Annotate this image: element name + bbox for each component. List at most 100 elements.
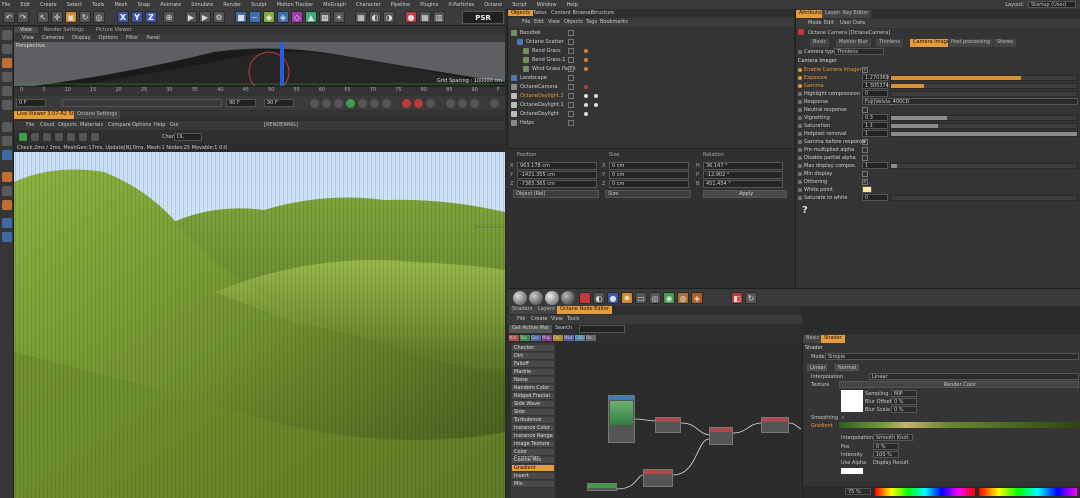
visibility-toggle[interactable] (568, 66, 574, 72)
universal-icon[interactable]: ◉ (663, 292, 675, 304)
target-tag-icon[interactable] (594, 103, 598, 107)
om-menu-file[interactable]: File (522, 19, 530, 25)
param-slider[interactable] (890, 75, 1078, 81)
menu-animate[interactable]: Animate (160, 2, 181, 8)
tag-icon[interactable] (584, 67, 588, 71)
move-icon[interactable]: ✛ (51, 11, 63, 23)
param-value-field[interactable]: 1 (862, 130, 888, 137)
target-tag-icon[interactable] (594, 94, 598, 98)
frame-range-slider[interactable] (62, 99, 222, 107)
material-swatch[interactable] (561, 291, 575, 305)
position-x-field[interactable]: 963.178 cm (517, 162, 597, 170)
cat-med[interactable]: Med (564, 335, 574, 341)
nurbs-icon[interactable]: ◆ (263, 11, 275, 23)
animate-dot-icon[interactable] (798, 180, 802, 184)
param-value-field[interactable]: 0 (862, 90, 888, 97)
menu-window[interactable]: Window (537, 2, 557, 8)
menu-select[interactable]: Select (67, 2, 82, 8)
param-checkbox[interactable]: ✓ (862, 139, 868, 145)
lv-stop-icon[interactable] (54, 132, 64, 142)
white-point-swatch[interactable] (862, 186, 872, 193)
cube-icon[interactable]: ■ (235, 11, 247, 23)
position-z-field[interactable]: -7365.365 cm (517, 180, 597, 188)
animate-dot-icon[interactable] (798, 156, 802, 160)
object-row[interactable]: Wind Grass Patch (508, 65, 795, 73)
display-result-checkbox[interactable]: Display Result (873, 460, 908, 466)
render-view-icon[interactable]: ▶ (185, 11, 197, 23)
menu-sculpt[interactable]: Sculpt (251, 2, 267, 8)
animate-dot-icon[interactable] (798, 148, 802, 152)
visibility-toggle[interactable] (568, 39, 574, 45)
om-menu-tags[interactable]: Tags (586, 19, 597, 25)
snap-icon[interactable] (2, 122, 12, 132)
animate-dot-icon[interactable] (798, 172, 802, 176)
channel-dropdown[interactable]: DL (174, 133, 202, 141)
cat-tex[interactable]: Tex (520, 335, 530, 341)
autokey-button[interactable] (414, 99, 423, 108)
material-swatch[interactable] (529, 291, 543, 305)
timeline-ruler[interactable]: 0 5 10 15 20 25 30 35 40 45 50 55 60 65 70 75 80 85 90 F (14, 86, 505, 96)
node-list-item[interactable]: Falloff (512, 361, 554, 368)
node-list-item[interactable]: Marble (512, 369, 554, 376)
object-row[interactable]: OctaneDaylight (508, 110, 795, 118)
solo-icon[interactable] (2, 218, 12, 228)
animate-dot-icon[interactable] (798, 116, 802, 120)
size-x-field[interactable]: 0 cm (609, 162, 689, 170)
go-end-button[interactable] (382, 99, 391, 108)
animate-dot-icon[interactable] (798, 196, 802, 200)
animate-dot-icon[interactable] (798, 188, 802, 192)
object-row[interactable]: OctaneDaylight.1 (508, 101, 795, 109)
smoothing-checkbox[interactable]: ✓ (841, 415, 845, 421)
deformer-icon[interactable]: ◇ (291, 11, 303, 23)
param-slider[interactable] (890, 115, 1078, 121)
animate-dot-icon[interactable] (798, 50, 802, 54)
lv-settings-icon[interactable] (66, 132, 76, 142)
ne-menu-view[interactable]: View (551, 316, 563, 322)
environment-icon[interactable]: ◑ (383, 11, 395, 23)
play-button[interactable] (346, 99, 355, 108)
om-menu-bookmarks[interactable]: Bookmarks (600, 19, 628, 25)
x-axis-lock[interactable]: X (117, 11, 129, 23)
lv-restart-icon[interactable] (30, 132, 40, 142)
vp-menu-filter[interactable]: Filter (126, 35, 138, 41)
psr-button[interactable]: PSR (462, 11, 504, 24)
vp-menu-view[interactable]: View (22, 35, 34, 41)
node-list-item[interactable]: Color Correction (512, 449, 554, 461)
tab-view[interactable]: View (14, 27, 38, 33)
node-list-item[interactable]: Side (512, 409, 554, 416)
sky-icon[interactable]: ◐ (369, 11, 381, 23)
color-swatch[interactable] (841, 468, 863, 474)
size-z-field[interactable]: 0 cm (609, 180, 689, 188)
gradient-node[interactable] (643, 469, 673, 487)
node-list-item[interactable]: Dirt (512, 353, 554, 360)
param-slider[interactable] (890, 91, 1078, 97)
toon-icon[interactable]: ◍ (677, 292, 689, 304)
tab-octane-node-editor[interactable]: Octane Node Editor (557, 306, 612, 314)
node-editor-icon[interactable]: ◧ (731, 292, 743, 304)
workplane-icon[interactable] (2, 136, 12, 146)
axis-mode-icon[interactable] (2, 100, 12, 110)
paint-icon[interactable] (2, 186, 12, 196)
object-row[interactable]: Bendtek (508, 29, 795, 37)
lv-menu-materials[interactable]: Materials (80, 122, 103, 128)
cat-ov[interactable]: Ov (586, 335, 596, 341)
octane-material-icon[interactable] (579, 292, 591, 304)
param-slider[interactable] (890, 123, 1078, 129)
visibility-toggle[interactable] (568, 102, 574, 108)
prev-frame-button[interactable] (334, 99, 343, 108)
param-value-field[interactable]: 1.1 (862, 122, 888, 129)
redo-icon[interactable]: ↷ (17, 11, 29, 23)
node-list-item[interactable]: Instance Range (512, 433, 554, 440)
cat-mat[interactable]: Mat (509, 335, 519, 341)
layered-icon[interactable]: ◈ (691, 292, 703, 304)
menu-motion-tracker[interactable]: Motion Tracker (277, 2, 314, 8)
sculpt-icon[interactable] (2, 172, 12, 182)
menu-simulate[interactable]: Simulate (191, 2, 213, 8)
cat-map[interactable]: Map (542, 335, 552, 341)
node-list-item[interactable]: Instance Color (512, 425, 554, 432)
lv-pick-icon[interactable] (78, 132, 88, 142)
node-list-item[interactable]: Cosine Mix (512, 457, 554, 464)
record-button[interactable] (402, 99, 411, 108)
layout-dropdown[interactable]: Startup (User) (1028, 1, 1076, 8)
go-start-button[interactable] (310, 99, 319, 108)
